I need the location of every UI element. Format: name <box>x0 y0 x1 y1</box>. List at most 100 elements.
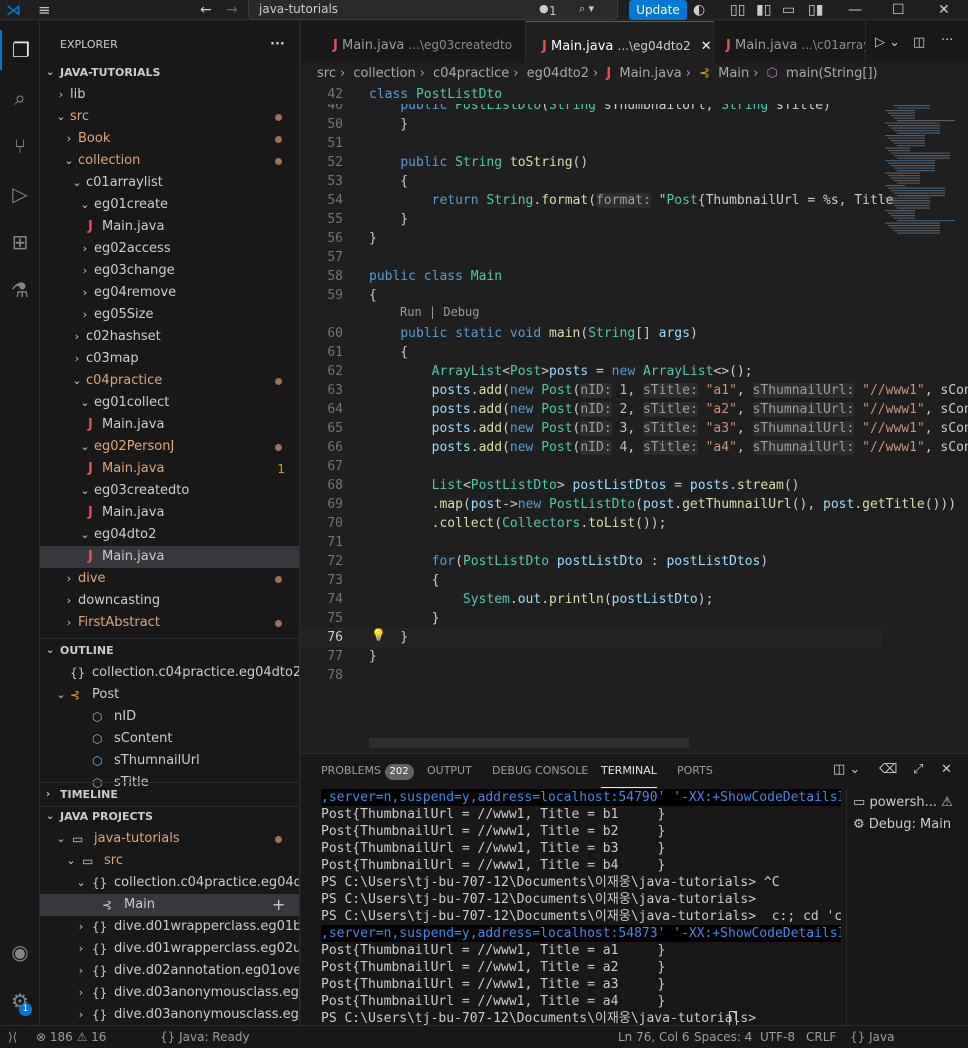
folder-item[interactable]: ⌄ c01arraylist <box>40 172 299 194</box>
close-window-icon[interactable]: ✕ <box>938 0 950 20</box>
tab-main-c01arraylist[interactable]: J Main.java ...\c01arrayli <box>714 21 866 69</box>
java-status[interactable]: {} Java: Ready <box>160 1026 250 1048</box>
search-icon[interactable]: ⌕ <box>0 78 40 118</box>
folder-item[interactable]: ⌄ collection <box>40 150 299 172</box>
command-center-search[interactable]: java-tutorials ● 1 ⌕ ▾ <box>248 0 618 20</box>
java-project-item[interactable]: › {} dive.d03anonymousclass.eg0... <box>40 1004 299 1025</box>
code-line[interactable]: 52 public String toString() <box>301 153 968 172</box>
eol[interactable]: CRLF <box>806 1026 836 1048</box>
panel-tab-terminal[interactable]: TERMINAL <box>601 754 657 788</box>
encoding[interactable]: UTF-8 <box>760 1026 795 1048</box>
toggle-panel-icon[interactable]: ▭ <box>782 0 795 20</box>
back-arrow-icon[interactable]: ← <box>200 0 212 20</box>
breadcrumb-item[interactable]: Main.java <box>619 66 681 81</box>
code-line[interactable]: 71 <box>301 533 968 552</box>
folder-item[interactable]: › eg02access <box>40 238 299 260</box>
folder-item[interactable]: › FirstAbstract <box>40 612 299 634</box>
run-debug-icon[interactable]: ▷ <box>0 174 40 214</box>
outline-item[interactable]: ⬡ sThumnailUrl <box>40 750 299 772</box>
breadcrumb-item[interactable]: collection <box>353 66 415 81</box>
forward-arrow-icon[interactable]: → <box>226 0 238 20</box>
panel-tab-problems[interactable]: PROBLEMS 202 <box>321 754 414 788</box>
java-project-item[interactable]: › {} dive.d01wrapperclass.eg02us... <box>40 938 299 960</box>
code-line[interactable]: 63 posts.add(new Post(nID: 1, sTitle: "a… <box>301 381 968 400</box>
java-project-item[interactable]: ⌄ {} collection.c04practice.eg04dt... <box>40 872 299 894</box>
more-actions-icon[interactable]: ··· <box>270 34 285 56</box>
problems-status[interactable]: ⊗ 186 ⚠ 16 <box>36 1026 106 1048</box>
breadcrumb-item[interactable]: eg04dto2 <box>527 66 589 81</box>
code-line[interactable]: 64 posts.add(new Post(nID: 2, sTitle: "a… <box>301 400 968 419</box>
folder-item[interactable]: › lib <box>40 84 299 106</box>
folder-item[interactable]: › eg05Size <box>40 304 299 326</box>
panel-tab-ports[interactable]: PORTS <box>677 754 713 788</box>
code-line[interactable]: 67 <box>301 457 968 476</box>
menu-hamburger-icon[interactable]: ≡ <box>38 0 51 20</box>
run-play-icon[interactable]: ▷ ⌄ <box>875 35 900 50</box>
code-line[interactable]: 50 } <box>301 115 968 134</box>
copilot-icon[interactable]: ⌕ ▾ <box>579 2 594 16</box>
file-item[interactable]: J Main.java 1 <box>40 458 299 480</box>
code-line[interactable]: 54 return String.format(format: "Post{Th… <box>301 191 968 210</box>
code-line[interactable]: 60 public static void main(String[] args… <box>301 324 968 343</box>
code-line[interactable]: 61 { <box>301 343 968 362</box>
code-line[interactable]: 72 for(PostListDto postListDto : postLis… <box>301 552 968 571</box>
indentation[interactable]: Spaces: 4 <box>694 1026 752 1048</box>
folder-item[interactable]: › eg03change <box>40 260 299 282</box>
code-line[interactable]: 59 { <box>301 286 968 305</box>
close-tab-icon[interactable]: ✕ <box>701 39 712 54</box>
java-project-item[interactable]: › {} dive.d02annotation.eg01over... <box>40 960 299 982</box>
code-line[interactable]: 74 System.out.println(postListDto); <box>301 590 968 609</box>
folder-item[interactable]: ⌄ eg04dto2 <box>40 524 299 546</box>
folder-item[interactable]: ⌄ eg01collect <box>40 392 299 414</box>
file-item[interactable]: J Main.java <box>40 216 299 238</box>
code-line[interactable]: 66 posts.add(new Post(nID: 4, sTitle: "a… <box>301 438 968 457</box>
code-line[interactable]: 55 } <box>301 210 968 229</box>
remote-icon[interactable]: ⟩⟨ <box>8 1026 17 1048</box>
java-project-item[interactable]: ⊰ Main + <box>40 894 299 916</box>
code-line[interactable]: 56} <box>301 229 968 248</box>
code-line[interactable]: 51 <box>301 134 968 153</box>
code-line[interactable]: 70 .collect(Collectors.toList()); <box>301 514 968 533</box>
tab-main-eg04dto2[interactable]: J Main.java ...\eg04dto2 ✕ <box>526 21 714 69</box>
toggle-secondary-sidebar-icon[interactable]: ▯▮ <box>808 0 823 20</box>
folder-item[interactable]: ⌄ eg02PersonJ <box>40 436 299 458</box>
code-line[interactable]: 53 { <box>301 172 968 191</box>
breadcrumb-item[interactable]: src <box>317 66 336 81</box>
code-line[interactable]: 73 { <box>301 571 968 590</box>
breadcrumb-item[interactable]: main(String[]) <box>786 66 878 81</box>
panel-tab-debug-console[interactable]: DEBUG CONSOLE <box>492 754 588 788</box>
outline-item[interactable]: {} collection.c04practice.eg04dto2 <box>40 662 299 684</box>
folder-item[interactable]: ⌄ c04practice <box>40 370 299 392</box>
sticky-scroll-line[interactable]: 42 class PostListDto <box>301 85 968 104</box>
code-line[interactable]: 78 <box>301 666 968 685</box>
source-control-icon[interactable]: ⑂ <box>0 126 40 166</box>
java-project-item[interactable]: ⌄ ▭ src <box>40 850 299 872</box>
run-debug-codelens[interactable]: Run | Debug <box>400 305 479 319</box>
clear-terminal-icon[interactable]: ⌫ <box>879 762 897 777</box>
maximize-icon[interactable]: ☐ <box>892 0 905 20</box>
tab-main-eg03createdto[interactable]: J Main.java ...\eg03createdto <box>301 21 526 69</box>
testing-flask-icon[interactable]: ⚗ <box>0 270 40 310</box>
panel-tab-output[interactable]: OUTPUT <box>427 754 472 788</box>
folder-item[interactable]: ⌄ eg01create <box>40 194 299 216</box>
minimize-icon[interactable]: — <box>848 0 862 20</box>
language-mode[interactable]: {} Java <box>850 1026 894 1048</box>
accounts-icon[interactable]: ◉ <box>0 932 40 972</box>
outline-item[interactable]: ⌄ ⊰ Post <box>40 684 299 706</box>
add-icon[interactable]: + <box>272 894 285 916</box>
terminal-output[interactable]: ,server=n,suspend=y,address=localhost:54… <box>301 788 841 1026</box>
explorer-files-icon[interactable]: ❐ <box>0 30 40 70</box>
folder-item[interactable]: ⌄ eg03createdto <box>40 480 299 502</box>
split-editor-icon[interactable]: ◫ <box>913 35 925 50</box>
accounts-sync-icon[interactable]: ◐ <box>693 0 705 20</box>
code-line[interactable]: 76 } <box>301 628 968 647</box>
code-line[interactable]: 57 <box>301 248 968 267</box>
toggle-sidebar-icon[interactable]: ▮▯ <box>756 0 771 20</box>
horizontal-scrollbar[interactable] <box>369 738 689 748</box>
maximize-panel-icon[interactable]: ⤢ <box>913 762 923 777</box>
code-line[interactable]: 62 ArrayList<Post>posts = new ArrayList<… <box>301 362 968 381</box>
folder-item[interactable]: › dive <box>40 568 299 590</box>
outline-item[interactable]: ⬡ nID <box>40 706 299 728</box>
terminal-instance[interactable]: ▭ powersh... ⚠ <box>853 792 953 814</box>
close-panel-icon[interactable]: ✕ <box>941 762 952 777</box>
